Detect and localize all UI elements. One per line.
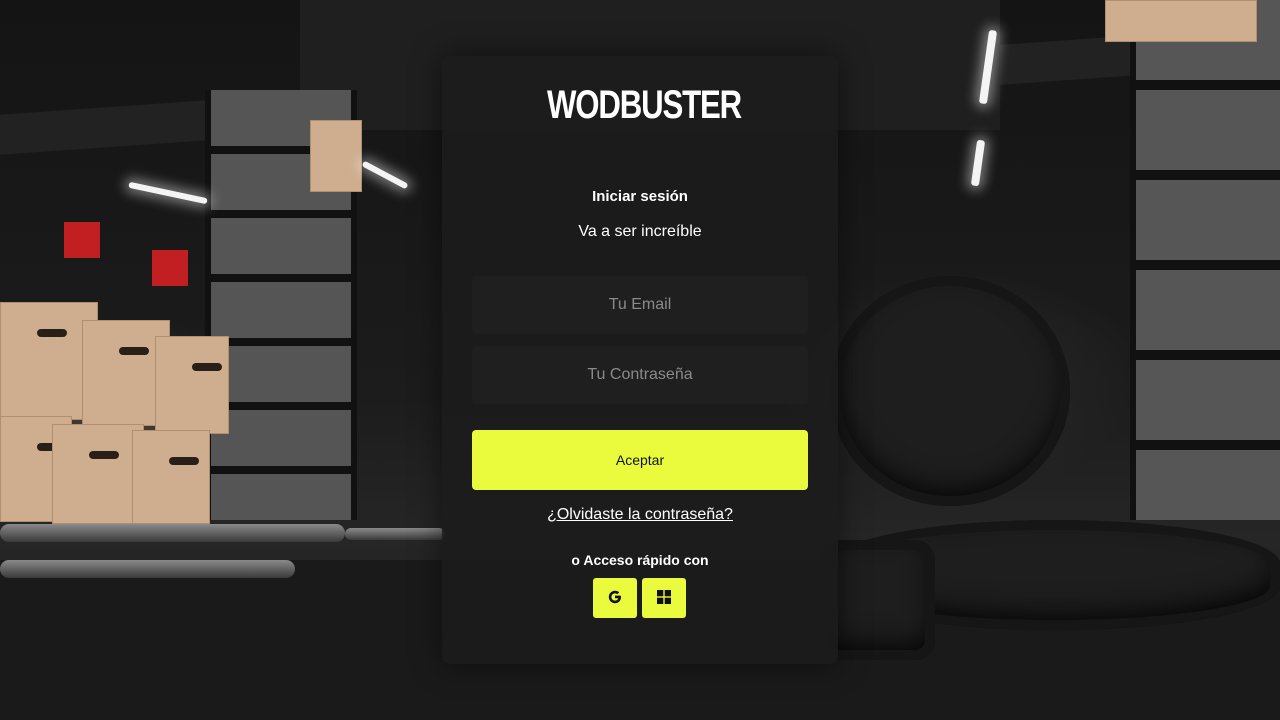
login-card: WODBUSTER Iniciar sesión Va a ser increí…	[442, 56, 838, 664]
windows-login-button[interactable]	[642, 578, 686, 618]
submit-button[interactable]: Aceptar	[472, 430, 808, 490]
page-title: Iniciar sesión	[592, 188, 688, 205]
google-login-button[interactable]	[593, 578, 637, 618]
password-field[interactable]	[472, 346, 808, 404]
forgot-password-link[interactable]: ¿Olvidaste la contraseña?	[442, 506, 838, 524]
windows-icon	[657, 589, 671, 607]
page-subtitle: Va a ser increíble	[578, 223, 702, 240]
quick-access-label: o Acceso rápido con	[571, 552, 709, 568]
logo-text: WODBUSTER	[547, 83, 742, 127]
google-icon	[607, 589, 623, 608]
email-field[interactable]	[472, 276, 808, 334]
wodbuster-logo: WODBUSTER	[541, 83, 742, 127]
